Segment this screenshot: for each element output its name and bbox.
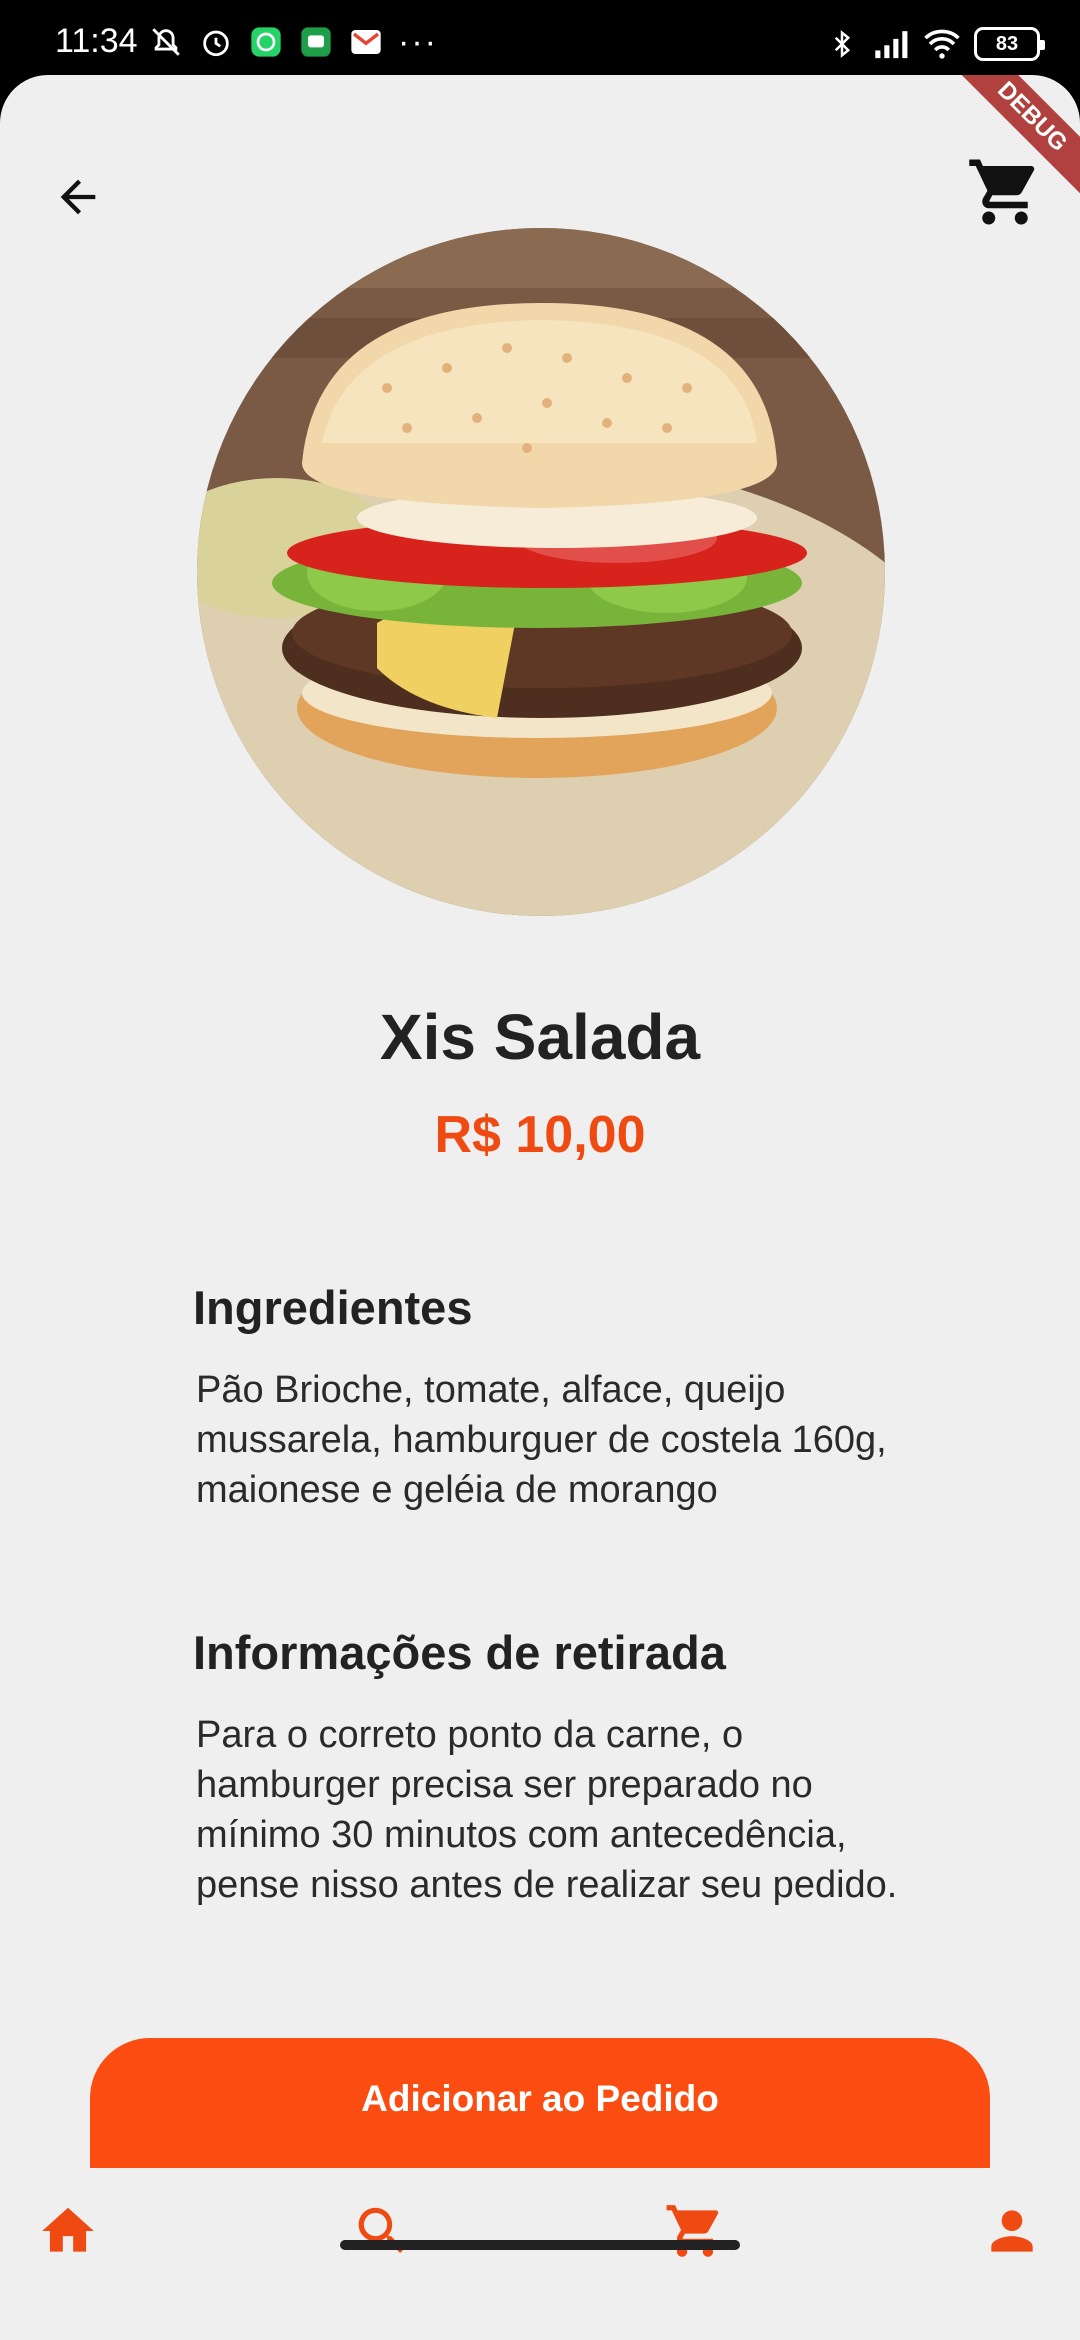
wifi-icon (924, 26, 960, 62)
nav-home[interactable] (33, 2196, 103, 2266)
product-detail-screen: DEBUG Xis Salada R$ 10,00 Ingredientes P… (0, 75, 1080, 2340)
product-image (197, 228, 885, 916)
status-time: 11:34 (55, 22, 138, 60)
status-right-icons: 83 (824, 24, 1045, 64)
nav-search[interactable] (347, 2196, 417, 2266)
muted-vibrate-icon (148, 24, 184, 60)
bottom-navigation (0, 2168, 1080, 2293)
whatsapp-icon (248, 24, 284, 60)
gmail-icon (348, 24, 384, 60)
nav-profile[interactable] (977, 2196, 1047, 2266)
home-indicator[interactable] (340, 2240, 740, 2250)
more-notifications: ··· (398, 23, 438, 61)
messages-icon (298, 24, 334, 60)
pickup-info-text: Para o correto ponto da carne, o hamburg… (196, 1714, 898, 1906)
back-button[interactable] (33, 152, 123, 242)
arrow-back-icon (60, 179, 96, 215)
product-name: Xis Salada (379, 1001, 701, 1073)
add-to-order-button[interactable]: Adicionar ao Pedido (90, 2038, 990, 2168)
product-price: R$ 10,00 (434, 1106, 646, 1164)
battery-indicator: 83 (974, 27, 1045, 61)
ingredients-text: Pão Brioche, tomate, alface, queijo muss… (196, 1369, 887, 1511)
bluetooth-icon (824, 26, 860, 62)
status-bar: 11:34 ··· 83 (0, 0, 1080, 75)
cart-icon (969, 159, 1035, 225)
pickup-info-title: Informações de retirada (193, 1626, 726, 1679)
profile-icon (991, 2210, 1033, 2252)
cart-icon (666, 2205, 719, 2257)
alarm-icon (198, 24, 234, 60)
cart-button[interactable] (960, 147, 1050, 237)
nav-cart[interactable] (660, 2196, 730, 2266)
search-icon (358, 2207, 404, 2253)
home-icon (42, 2207, 94, 2252)
signal-icon (874, 26, 910, 62)
ingredients-title: Ingredientes (193, 1281, 473, 1334)
status-left-icons: ··· (148, 24, 438, 60)
